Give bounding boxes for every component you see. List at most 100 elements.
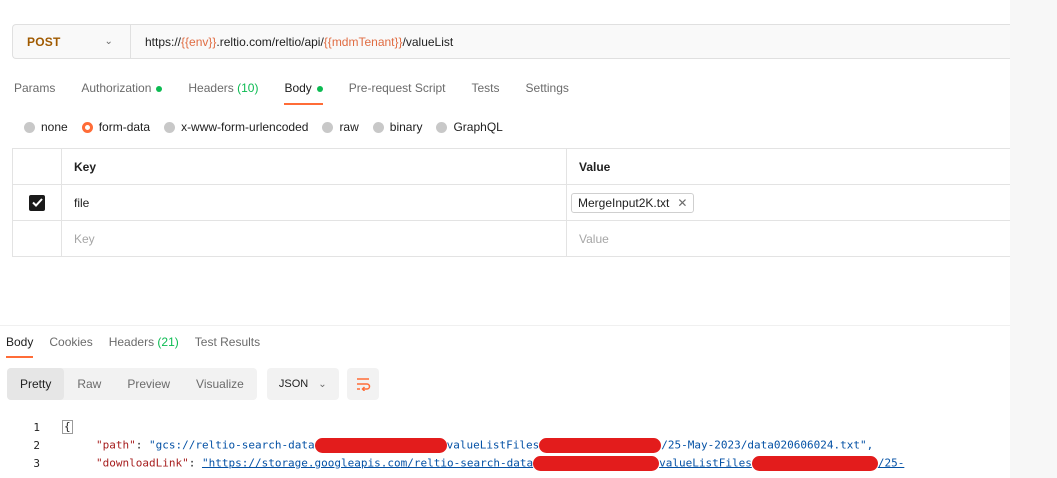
tab-label: Cookies: [49, 335, 93, 349]
line-number: 1: [33, 420, 40, 434]
body-type-raw[interactable]: raw: [322, 120, 359, 134]
radio-icon: [24, 121, 35, 133]
redaction-mark: [533, 455, 660, 471]
body-type-x-www-form-urlencoded[interactable]: x-www-form-urlencoded: [164, 120, 308, 134]
format-select[interactable]: JSON ⌄: [266, 368, 339, 400]
new-value-input[interactable]: Value: [567, 221, 1010, 256]
tab-count: (21): [157, 335, 179, 349]
line-number: 2: [33, 438, 40, 452]
wrap-lines-icon: [356, 378, 370, 391]
value-column-header: Value: [579, 159, 611, 174]
view-preview-button[interactable]: Preview: [114, 368, 183, 400]
response-divider: [0, 325, 1010, 326]
key-cell[interactable]: file: [62, 185, 567, 220]
json-value-mid: valueListFiles: [446, 438, 540, 451]
url-variable: {{mdmTenant}}: [323, 34, 403, 49]
code-line: 1 {: [0, 418, 1010, 436]
body-type-form-data[interactable]: form-data: [81, 120, 151, 134]
body-type-label: raw: [339, 120, 359, 134]
body-type-label: none: [41, 120, 68, 134]
status-dot-icon: [316, 85, 323, 92]
body-type-graphql[interactable]: GraphQL: [436, 120, 503, 134]
json-link-start[interactable]: "https://storage.googleapis.com/reltio-s…: [202, 456, 533, 469]
tab-params[interactable]: Params: [14, 79, 55, 105]
view-raw-button[interactable]: Raw: [64, 368, 114, 400]
tab-body[interactable]: Body: [284, 79, 324, 105]
tab-settings[interactable]: Settings: [526, 79, 569, 105]
chevron-down-icon: ⌄: [318, 378, 327, 390]
url-segment: /valueList: [402, 34, 454, 49]
radio-icon: [81, 121, 93, 133]
wrap-lines-button[interactable]: [346, 368, 379, 400]
tab-label: Body: [284, 81, 312, 95]
tab-count: (10): [237, 81, 259, 95]
radio-icon: [436, 121, 448, 133]
tab-label: Headers: [188, 81, 234, 95]
response-body-code[interactable]: 1 { 2 "path": "gcs://reltio-search-data v…: [0, 418, 1010, 472]
tab-label: Params: [14, 81, 56, 95]
radio-icon: [164, 121, 176, 133]
redaction-mark: [751, 455, 878, 471]
tab-authorization[interactable]: Authorization: [81, 79, 163, 105]
json-link-mid[interactable]: valueListFiles: [659, 456, 752, 469]
body-type-binary[interactable]: binary: [372, 120, 423, 134]
table-header-row: Key Value: [12, 149, 1010, 185]
format-label: JSON: [278, 378, 309, 390]
response-tab-cookies[interactable]: Cookies: [49, 334, 92, 358]
status-dot-icon: [156, 85, 163, 92]
radio-icon: [372, 121, 384, 133]
body-type-none[interactable]: none: [24, 120, 68, 134]
code-line: 2 "path": "gcs://reltio-search-data value…: [0, 436, 1010, 454]
request-tabs: Params Authorization Headers (10) Body Pre-r…: [14, 79, 595, 105]
open-brace: {: [62, 420, 73, 434]
tab-tests[interactable]: Tests: [472, 79, 500, 105]
response-toolbar: Pretty Raw Preview Visualize JSON ⌄: [7, 368, 379, 400]
view-mode-group: Pretty Raw Preview Visualize: [7, 368, 257, 400]
tab-label: Authorization: [81, 81, 152, 95]
code-line: 3 "downloadLink": "https://storage.googl…: [0, 454, 1010, 472]
tab-headers[interactable]: Headers (10): [188, 79, 258, 105]
redaction-mark: [539, 437, 662, 453]
redaction-mark: [314, 437, 447, 453]
form-data-table: Key Value file MergeInput2K.txt ✕ Key Va…: [12, 148, 1010, 257]
json-value-start: "gcs://reltio-search-data: [149, 438, 315, 451]
chevron-down-icon: ⌄: [104, 36, 113, 47]
value-cell[interactable]: MergeInput2K.txt ✕: [567, 185, 1010, 220]
view-pretty-button[interactable]: Pretty: [7, 368, 65, 400]
tab-label: Settings: [525, 81, 569, 95]
key-column-header: Key: [62, 149, 567, 184]
postman-app: POST ⌄ https://{{env}}.reltio.com/reltio…: [0, 0, 1010, 478]
view-visualize-button[interactable]: Visualize: [183, 368, 257, 400]
json-link-end[interactable]: /25-: [878, 456, 905, 469]
line-number: 3: [33, 456, 40, 470]
url-input[interactable]: https://{{env}}.reltio.com/reltio/api/{{…: [131, 35, 453, 49]
url-variable: {{env}}: [181, 34, 217, 49]
method-label: POST: [27, 34, 61, 49]
body-type-selector: none form-data x-www-form-urlencoded raw bin…: [24, 120, 517, 134]
json-key: "downloadLink": [96, 456, 189, 469]
response-tab-body[interactable]: Body: [6, 334, 34, 358]
json-key: "path": [96, 438, 136, 451]
body-type-label: form-data: [98, 120, 151, 134]
checkmark-icon: [31, 198, 43, 207]
response-tab-test-results[interactable]: Test Results: [195, 334, 260, 358]
file-chip: MergeInput2K.txt ✕: [571, 192, 695, 213]
new-key-input[interactable]: Key: [62, 221, 567, 256]
tab-label: Headers: [108, 335, 155, 349]
tab-pre-request-script[interactable]: Pre-request Script: [349, 79, 446, 105]
url-segment: .reltio.com/reltio/api/: [216, 34, 324, 49]
method-select[interactable]: POST ⌄: [13, 25, 131, 58]
tab-label: Pre-request Script: [348, 81, 446, 95]
tab-label: Test Results: [194, 335, 261, 349]
remove-file-icon[interactable]: ✕: [677, 196, 687, 210]
tab-label: Body: [6, 335, 34, 349]
url-segment: https://: [145, 34, 182, 49]
body-type-label: x-www-form-urlencoded: [181, 120, 309, 134]
response-tabs: Body Cookies Headers (21) Test Results: [6, 334, 276, 358]
key-text: file: [74, 195, 90, 210]
response-tab-headers[interactable]: Headers (21): [109, 334, 179, 358]
right-gutter: [1010, 0, 1057, 478]
table-row: file MergeInput2K.txt ✕: [12, 185, 1010, 221]
body-type-label: binary: [389, 120, 423, 134]
row-enabled-checkbox[interactable]: [29, 194, 45, 211]
